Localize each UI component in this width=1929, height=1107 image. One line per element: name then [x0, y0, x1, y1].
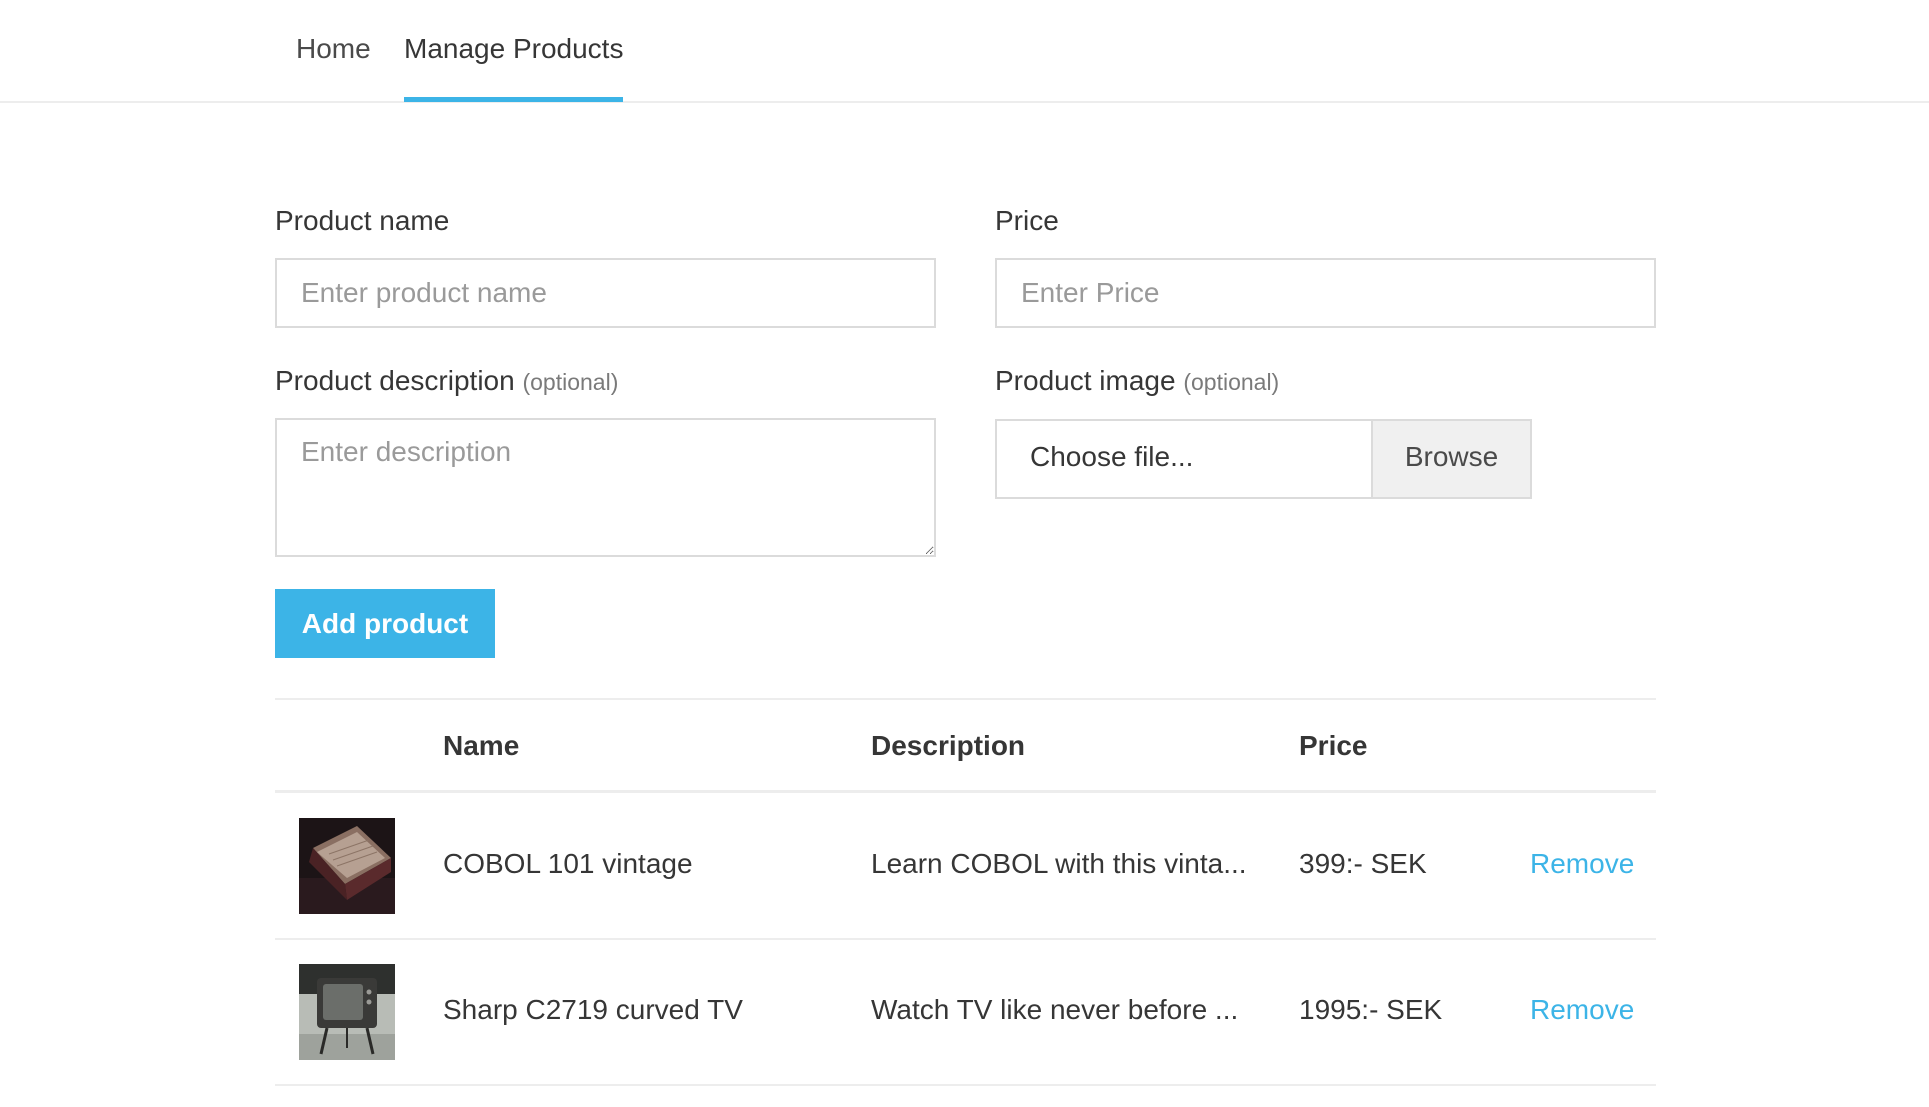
row-divider: [275, 938, 1656, 940]
product-thumbnail: [299, 964, 395, 1060]
remove-link[interactable]: Remove: [1530, 994, 1634, 1026]
column-header-price: Price: [1299, 730, 1368, 761]
optional-hint: (optional): [1183, 369, 1280, 395]
column-header-name: Name: [443, 730, 520, 761]
table-header-divider: [275, 790, 1656, 793]
tab-manage-products[interactable]: Manage Products: [404, 0, 624, 102]
product-price: 1995:- SEK: [1299, 994, 1443, 1025]
file-name-display[interactable]: Choose file...: [997, 421, 1371, 497]
top-navbar: Home Manage Products: [0, 0, 1929, 103]
product-description-textarea[interactable]: [275, 418, 936, 557]
optional-hint: (optional): [522, 369, 619, 395]
add-product-button[interactable]: Add product: [275, 589, 495, 658]
vintage-tv-image: [299, 964, 395, 1060]
remove-link[interactable]: Remove: [1530, 848, 1634, 880]
old-book-image: [299, 818, 395, 914]
product-name: COBOL 101 vintage: [443, 848, 693, 879]
description-label-text: Product description: [275, 365, 515, 396]
product-description-label: Product description (optional): [275, 365, 618, 397]
price-input[interactable]: [995, 258, 1656, 328]
product-image-label: Product image (optional): [995, 365, 1279, 397]
image-label-text: Product image: [995, 365, 1176, 396]
column-header-description: Description: [871, 730, 1026, 761]
row-divider: [275, 1084, 1656, 1086]
product-name: Sharp C2719 curved TV: [443, 994, 743, 1025]
file-upload[interactable]: Choose file... Browse: [995, 419, 1532, 499]
browse-button[interactable]: Browse: [1371, 421, 1530, 497]
product-description: Learn COBOL with this vinta...: [871, 848, 1247, 879]
table-top-divider: [275, 698, 1656, 700]
product-name-input[interactable]: [275, 258, 936, 328]
tab-home[interactable]: Home: [296, 0, 371, 103]
product-name-label: Product name: [275, 205, 450, 236]
product-price: 399:- SEK: [1299, 848, 1427, 879]
product-thumbnail: [299, 818, 395, 914]
price-label: Price: [995, 205, 1059, 236]
product-description: Watch TV like never before ...: [871, 994, 1239, 1025]
